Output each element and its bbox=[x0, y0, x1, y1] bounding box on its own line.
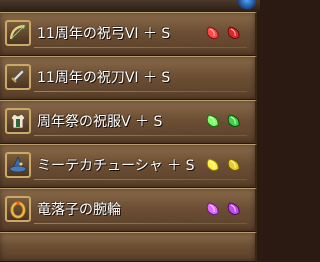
sword-icon bbox=[5, 64, 31, 90]
row-divider bbox=[34, 135, 247, 136]
row-divider bbox=[34, 179, 247, 180]
red-gem-icon bbox=[206, 26, 219, 40]
equipment-row-bracelet[interactable]: 竜落子の腕輪 bbox=[0, 188, 257, 232]
equipment-name: 周年祭の祝服V ＋ S bbox=[37, 114, 163, 130]
yellow-gem-icon bbox=[206, 158, 219, 172]
equipment-name: 11周年の祝刀VI ＋ S bbox=[37, 70, 171, 86]
equipment-row-partial[interactable] bbox=[0, 232, 257, 262]
corner-gem-icon bbox=[238, 0, 256, 10]
equipment-row-sword[interactable]: 11周年の祝刀VI ＋ S bbox=[0, 56, 257, 100]
top-frame bbox=[0, 0, 260, 12]
equipment-name: 竜落子の腕輪 bbox=[37, 202, 121, 218]
armor-icon bbox=[5, 108, 31, 134]
red-gem-icon bbox=[227, 26, 240, 40]
green-gem-icon bbox=[227, 114, 240, 128]
green-gem-icon bbox=[206, 114, 219, 128]
yellow-gem-icon bbox=[227, 158, 240, 172]
equipment-row-bow[interactable]: 11周年の祝弓VI ＋ S bbox=[0, 12, 257, 56]
bracelet-icon bbox=[5, 196, 31, 222]
bow-icon bbox=[5, 20, 31, 46]
row-divider bbox=[34, 223, 247, 224]
equipment-name: 11周年の祝弓VI ＋ S bbox=[37, 26, 171, 42]
row-divider bbox=[34, 47, 247, 48]
equipment-row-armor[interactable]: 周年祭の祝服V ＋ S bbox=[0, 100, 257, 144]
equipment-row-hat[interactable]: ミーテカチューシャ ＋ S bbox=[0, 144, 257, 188]
hat-icon bbox=[5, 152, 31, 178]
equipment-name: ミーテカチューシャ ＋ S bbox=[37, 158, 195, 174]
purple-gem-icon bbox=[227, 202, 240, 216]
row-divider bbox=[34, 91, 247, 92]
purple-gem-icon bbox=[206, 202, 219, 216]
